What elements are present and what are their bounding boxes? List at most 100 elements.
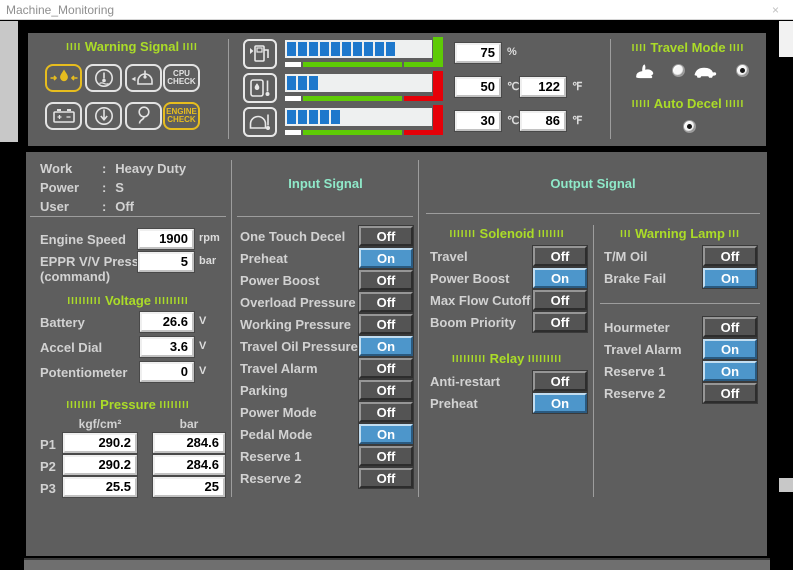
accel-dial-value[interactable]: 3.6 [140,337,194,357]
power-boost-solenoid-toggle[interactable]: On [533,268,587,288]
window-bottom-edge [24,558,770,570]
coolant-temperature-warning-icon [85,64,122,92]
coolant-gauge-bar [285,74,432,92]
boom-priority-toggle[interactable]: Off [533,312,587,332]
warning-lamp-label: T/M Oil [604,249,647,264]
lamp-reserve-2-toggle[interactable]: Off [703,383,757,403]
lamp-reserve-1-toggle[interactable]: On [703,361,757,381]
engine-check-warning-icon: ENGINE CHECK [163,102,200,130]
travel-mode-title: Travel Mode [650,40,725,55]
air-cleaner-warning-icon [85,102,122,130]
p1-bar-value[interactable]: 284.6 [153,433,225,453]
hydraulic-oil-gauge-cap [433,105,443,132]
p2-bar-value[interactable]: 284.6 [153,455,225,475]
battery-unit: V [199,315,206,327]
warning-lamp-divider [600,303,760,304]
one-touch-decel-toggle[interactable]: Off [359,226,413,246]
working-pressure-toggle[interactable]: Off [359,314,413,334]
hydraulic-oil-gauge-scale [285,130,443,135]
ticks-left: IIII [66,42,81,53]
desktop-sliver-right-notch [779,478,793,492]
power-boost-input-toggle[interactable]: Off [359,270,413,290]
ticks-right: IIIIIIII [159,400,189,411]
engine-speed-value[interactable]: 1900 [138,229,194,249]
warning-lamp-label: Reserve 2 [604,386,665,401]
input-reserve-2-toggle[interactable]: Off [359,468,413,488]
ticks-left: IIIIIIIII [67,296,101,307]
input-label: Pedal Mode [240,427,312,442]
p3-kgf-value[interactable]: 25.5 [63,477,137,497]
p2-kgf-value[interactable]: 290.2 [63,455,137,475]
hydraulic-oil-temp-c-value[interactable]: 30 [455,111,501,131]
pressure-header: IIIIIIII Pressure IIIIIIII [30,397,226,412]
top-panel-divider-2 [610,39,611,139]
warning-lamp-label: Brake Fail [604,271,666,286]
left-divider [30,216,226,217]
coolant-temp-f-value[interactable]: 122 [520,77,566,97]
anti-restart-toggle[interactable]: Off [533,371,587,391]
input-label: Power Boost [240,273,319,288]
hydraulic-oil-temp-f-unit: ℉ [572,114,582,127]
hydraulic-oil-temp-f-value[interactable]: 86 [520,111,566,131]
ticks-right: IIII [183,42,198,53]
separator: : [102,199,106,214]
potentiometer-value[interactable]: 0 [140,362,194,382]
rabbit-icon [631,61,657,83]
main-panel: Work: Heavy Duty Power: S User: Off Engi… [26,152,767,556]
coolant-temp-c-value[interactable]: 50 [455,77,501,97]
eppr-label-2: (command) [40,269,110,284]
travel-alarm-input-toggle[interactable]: Off [359,358,413,378]
hourmeter-toggle[interactable]: Off [703,317,757,337]
travel-solenoid-toggle[interactable]: Off [533,246,587,266]
overload-pressure-toggle[interactable]: Off [359,292,413,312]
auto-decel-header: IIIII Auto Decel IIIII [614,96,762,111]
ticks-right: IIII [729,43,744,54]
separator: : [102,180,106,195]
auto-decel-radio[interactable] [683,120,696,133]
coolant-gauge-scale [285,96,443,101]
top-status-panel: IIII Warning Signal IIII CPU CHECK [28,33,766,146]
input-reserve-1-toggle[interactable]: Off [359,446,413,466]
preheat-relay-toggle[interactable]: On [533,393,587,413]
max-flow-cutoff-toggle[interactable]: Off [533,290,587,310]
work-value: Heavy Duty [115,161,186,176]
input-signal-divider [237,216,413,217]
relay-label: Anti-restart [430,374,500,389]
travel-oil-pressure-toggle[interactable]: On [359,336,413,356]
fuel-level-value[interactable]: 75 [455,43,501,63]
eppr-value[interactable]: 5 [138,252,194,272]
p1-label: P1 [40,437,56,452]
hydraulic-oil-temperature-icon [243,107,277,137]
travel-mode-turtle-radio[interactable] [736,64,749,77]
ticks-right: IIIIIIIII [528,354,562,365]
warning-lamp-title: Warning Lamp [635,226,725,241]
pressure-title: Pressure [100,397,156,412]
input-label: Parking [240,383,288,398]
tm-oil-toggle[interactable]: Off [703,246,757,266]
ticks-left: III [620,229,631,240]
travel-alarm-lamp-toggle[interactable]: On [703,339,757,359]
brake-fail-toggle[interactable]: On [703,268,757,288]
potentiometer-unit: V [199,365,206,377]
power-value: S [115,180,124,195]
close-icon[interactable]: × [772,0,779,20]
user-label: User [40,199,102,214]
pedal-mode-toggle[interactable]: On [359,424,413,444]
user-value: Off [115,199,134,214]
main-divider-1 [231,160,232,497]
p1-kgf-value[interactable]: 290.2 [63,433,137,453]
parking-toggle[interactable]: Off [359,380,413,400]
preheat-input-toggle[interactable]: On [359,248,413,268]
power-mode-toggle[interactable]: Off [359,402,413,422]
warning-lamp-header: III Warning Lamp III [600,226,760,241]
output-signal-divider [426,213,760,214]
p3-bar-value[interactable]: 25 [153,477,225,497]
ticks-left: IIIIIII [449,229,475,240]
fuel-gauge-cap [433,37,443,64]
ticks-left: IIII [632,43,647,54]
battery-value[interactable]: 26.6 [140,312,194,332]
coolant-temp-c-unit: ℃ [507,80,519,93]
travel-mode-rabbit-radio[interactable] [672,64,685,77]
input-signal-title: Input Signal [237,176,414,191]
input-label: Working Pressure [240,317,351,332]
